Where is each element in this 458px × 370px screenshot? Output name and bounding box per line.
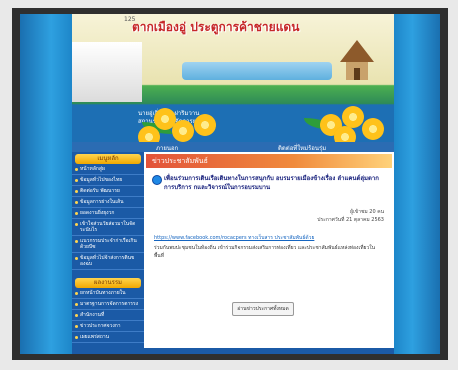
sidebar-item[interactable]: ข่าวประกาศจวงกา: [72, 321, 144, 332]
sidebar-item[interactable]: ยอดงานยิ่งยุงวก: [72, 208, 144, 219]
external-link[interactable]: https://www.facebook.com/rocacpers ทางเว…: [154, 234, 384, 242]
right-decorative-stripe: [394, 14, 440, 354]
site-title: ตากเมืองอู่ ประตูการค้าชายแดน: [132, 20, 300, 34]
banner-river-image: [182, 62, 332, 80]
flower-decoration: [334, 126, 356, 142]
left-decorative-stripe: [20, 14, 72, 354]
sidebar-item[interactable]: ข้อมูลทั่วไปจ้าส่งการตินของฉบ: [72, 253, 144, 270]
flower-decoration: [172, 120, 194, 142]
news-bullet-icon: [152, 175, 162, 185]
footer-bar: [72, 348, 394, 354]
flower-decoration: [362, 118, 384, 140]
article-meta: ผู้เข้าชม 20 คน ประกาศวันที่ 21 ตุลาคม 2…: [317, 208, 384, 224]
sidebar-item[interactable]: เข้าใจส่วนวัยส่อวมาในจัดระนับไร: [72, 219, 144, 236]
sidebar-item[interactable]: ข้อมูลทั่วไปของไทย: [72, 175, 144, 186]
flower-decoration: [138, 126, 160, 142]
banner-building-image: [72, 42, 142, 102]
article-view-count: ผู้เข้าชม 20 คน: [350, 209, 384, 215]
top-navigation-bar: ภายนอก ติดต่อที่ใหม่ร้อนรุ่ม: [72, 142, 394, 152]
main-content: ข่าวประชาสัมพันธ์ เพื่อนร่วมการเดินเรือเ…: [146, 152, 392, 354]
sidebar-item[interactable]: ติดต่อรับ พัฒนารย: [72, 186, 144, 197]
header-banner: 125 ตากเมืองอู่ ประตูการค้าชายแดน นายอู่…: [72, 14, 394, 142]
sidebar-item[interactable]: สำนักงานที่: [72, 310, 144, 321]
webpage: 125 ตากเมืองอู่ ประตูการค้าชายแดน นายอู่…: [20, 14, 440, 354]
sidebar: เมนูหลัก หน้าหลักสู่ผ ข้อมูลทั่วไปของไทย…: [72, 152, 144, 354]
sidebar-item[interactable]: มาตรฐานการจัดการตารรง: [72, 299, 144, 310]
section-heading: ข่าวประชาสัมพันธ์: [146, 154, 392, 168]
flower-decoration: [342, 106, 364, 128]
article-date: ประกาศวันที่ 21 ตุลาคม 2563: [317, 217, 384, 223]
sidebar-item[interactable]: เผยแพร่สถาน: [72, 332, 144, 343]
sidebar-item[interactable]: หน้าหลักสู่ผ: [72, 164, 144, 175]
read-all-news-button[interactable]: อ่านข่าวประกาศทั้งหมด: [232, 302, 294, 316]
sidebar-item[interactable]: ข้อมูลการย่างในเส้น: [72, 197, 144, 208]
article-title-link[interactable]: เพื่อนร่วมการเดินเรือเดินทางในการสนุกกับ…: [164, 174, 386, 192]
sidebar-item[interactable]: ยกหน้าบันทางภายใน: [72, 288, 144, 299]
article-body: ร่วมกันพบปะชุมชนในท้องถิ่น เข้าร่วมกิจกร…: [154, 245, 376, 259]
temple-image: [340, 40, 374, 80]
sidebar-section-works-title: ผลงานรรม: [75, 278, 141, 288]
sidebar-section-main-title: เมนูหลัก: [75, 154, 141, 164]
banner-subtitle-line1: นายอู่เจิ่นจ้าว ฝาริมวาน: [138, 110, 200, 117]
flower-decoration: [194, 114, 216, 136]
sidebar-item[interactable]: แนวกรรมประจำก่าเรือเกินด้วยบีซ: [72, 236, 144, 253]
